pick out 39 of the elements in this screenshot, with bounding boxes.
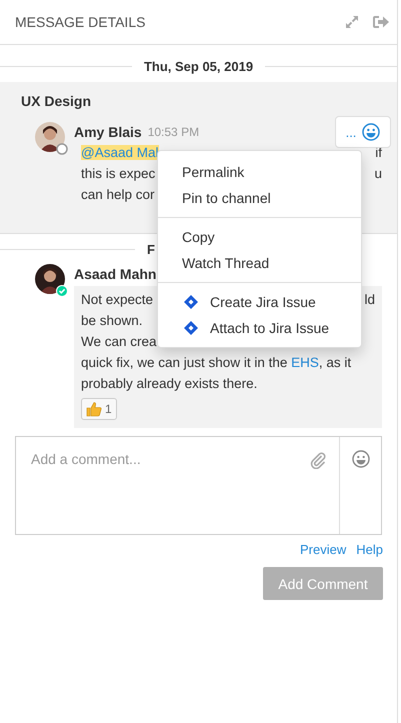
paperclip-icon[interactable] bbox=[309, 451, 327, 469]
more-button[interactable]: ... bbox=[346, 124, 356, 140]
menu-item[interactable]: Pin to channel bbox=[158, 185, 361, 211]
thumbs-up-icon bbox=[86, 401, 102, 417]
comment-box[interactable]: Add a comment... bbox=[15, 436, 382, 535]
reaction-button[interactable]: 1 bbox=[81, 398, 117, 420]
message-text: We can crea bbox=[81, 334, 157, 349]
diamond-icon bbox=[184, 295, 198, 309]
mention-link[interactable]: @Asaad Mal bbox=[81, 145, 158, 160]
help-link[interactable]: Preview bbox=[300, 542, 346, 557]
exit-icon[interactable] bbox=[372, 14, 390, 30]
expand-icon[interactable] bbox=[344, 14, 360, 30]
date-label: F bbox=[146, 242, 156, 256]
menu-item[interactable]: Permalink bbox=[158, 159, 361, 185]
message-text: u bbox=[374, 165, 382, 183]
channel-name: UX Design bbox=[21, 92, 92, 111]
message-text: ld bbox=[364, 291, 375, 309]
emoji-icon[interactable] bbox=[362, 123, 380, 141]
menu-item[interactable]: Watch Thread bbox=[158, 250, 361, 276]
post-time: 10:53 PM bbox=[148, 125, 200, 139]
message-text: can help cor bbox=[81, 187, 155, 202]
message-text: probably already exists there. bbox=[81, 376, 258, 391]
message-text: , as it bbox=[318, 355, 352, 370]
diamond-icon bbox=[184, 321, 198, 335]
emoji-icon[interactable] bbox=[352, 450, 370, 468]
message-text: quick fix, we can just show it in the bbox=[81, 355, 288, 370]
comment-field[interactable]: Add a comment... bbox=[16, 437, 309, 534]
message-text: be shown. bbox=[81, 313, 143, 328]
author-name: Asaad Mahn bbox=[74, 266, 156, 282]
menu-item[interactable]: Copy bbox=[158, 224, 361, 250]
help-link[interactable]: Help bbox=[356, 542, 383, 557]
date-label: Thu, Sep 05, 2019 bbox=[142, 58, 254, 74]
author-name: Amy Blais bbox=[74, 124, 142, 140]
menu-item[interactable]: Create Jira Issue bbox=[158, 289, 361, 315]
message-text: Not expecte bbox=[81, 292, 154, 307]
message-text: this is expec bbox=[81, 166, 156, 181]
panel-title: MESSAGE DETAILS bbox=[15, 14, 146, 30]
menu-item[interactable]: Attach to Jira Issue bbox=[158, 315, 361, 341]
text-link[interactable]: EHS bbox=[291, 355, 319, 370]
